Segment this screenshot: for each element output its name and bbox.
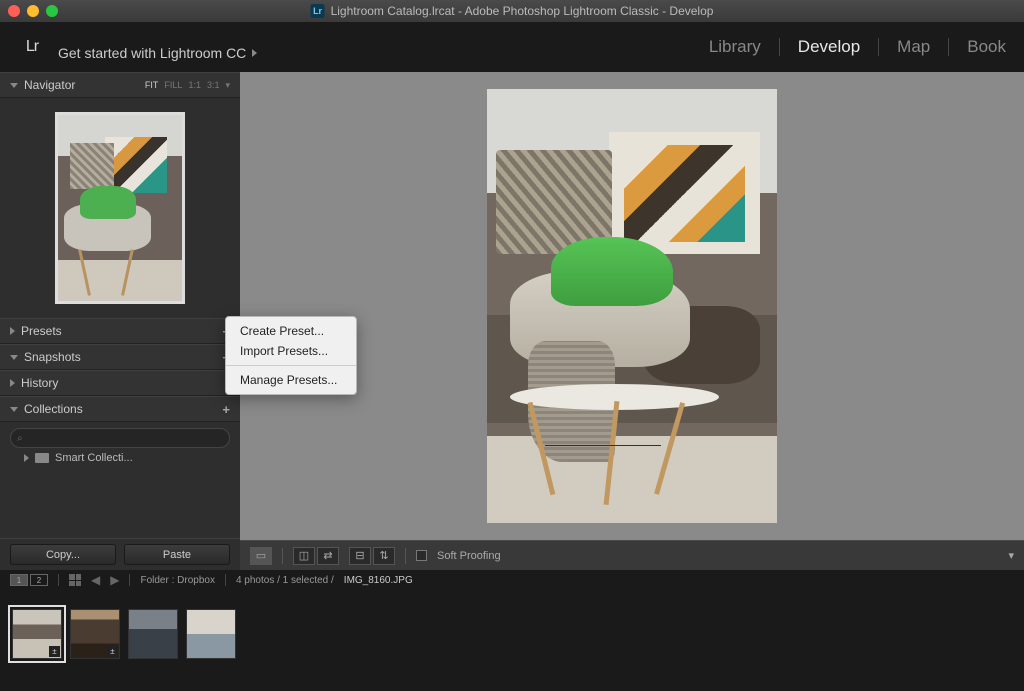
zoom-fit[interactable]: FIT [145,80,159,90]
soft-proofing-checkbox[interactable] [416,550,427,561]
presets-context-menu: Create Preset... Import Presets... Manag… [225,316,357,395]
screen-1-button[interactable]: 1 [10,574,28,586]
lightroom-logo: Lr [18,33,46,61]
close-window-button[interactable] [8,5,20,17]
collections-search-input[interactable]: ⌕ [10,428,230,448]
before-after-lr-button[interactable]: ◫ [293,547,315,565]
image-viewport[interactable] [240,72,1024,540]
menu-separator [226,365,356,366]
module-book[interactable]: Book [967,37,1006,57]
thumbnail-1[interactable]: ± [12,609,62,659]
before-after-copy-button[interactable]: ⇅ [373,547,395,565]
collapse-icon [10,327,15,335]
zoom-1-1[interactable]: 1:1 [188,80,201,90]
collapse-icon [10,407,18,412]
module-develop[interactable]: Develop [798,37,860,57]
grid-view-icon[interactable] [69,574,81,586]
search-icon: ⌕ [17,433,23,444]
develop-badge-icon: ± [107,646,118,657]
collapse-icon [10,83,18,88]
navigator-title: Navigator [24,78,75,92]
smart-collections-label: Smart Collecti... [55,452,133,464]
separator [878,38,879,56]
develop-toolbar: ▭ ◫ ⇄ ⊟ ⇅ Soft Proofing ▾ [240,540,1024,570]
paste-button[interactable]: Paste [124,544,230,565]
module-library[interactable]: Library [709,37,761,57]
snapshots-title: Snapshots [24,350,81,364]
collections-title: Collections [24,402,83,416]
window-controls [8,5,58,17]
collapse-icon [10,355,18,360]
minimize-window-button[interactable] [27,5,39,17]
history-title: History [21,376,58,390]
navigator-panel-header[interactable]: Navigator FIT FILL 1:1 3:1 ▾ [0,72,240,98]
header-title[interactable]: Get started with Lightroom CC [58,45,246,61]
filmstrip-header: 1 2 ◀ ▶ Folder : Dropbox 4 photos / 1 se… [0,570,1024,590]
presets-panel-header[interactable]: Presets + [0,318,240,344]
loupe-view-button[interactable]: ▭ [250,547,272,565]
presets-title: Presets [21,324,62,338]
snapshots-panel-header[interactable]: Snapshots + [0,344,240,370]
separator [779,38,780,56]
window-titlebar: Lr Lightroom Catalog.lrcat - Adobe Photo… [0,0,1024,22]
main-image [487,89,777,523]
collapse-icon [10,379,15,387]
app-header: Lr Adobe Lightroom Classic CC Get starte… [0,22,1024,72]
zoom-fill[interactable]: FILL [164,80,182,90]
thumbnail-4[interactable] [186,609,236,659]
develop-canvas: ▭ ◫ ⇄ ⊟ ⇅ Soft Proofing ▾ [240,72,1024,570]
import-presets-menuitem[interactable]: Import Presets... [226,341,356,361]
manage-presets-menuitem[interactable]: Manage Presets... [226,370,356,390]
selection-status: 4 photos / 1 selected / [236,575,334,586]
toolbar-expand-icon[interactable]: ▾ [1008,549,1014,562]
left-panel: Navigator FIT FILL 1:1 3:1 ▾ Presets [0,72,240,570]
before-after-tb-button[interactable]: ⊟ [349,547,371,565]
filmstrip[interactable]: ± ± [0,590,1024,678]
soft-proofing-label: Soft Proofing [437,550,501,562]
zoom-options: FIT FILL 1:1 3:1 ▾ [145,80,230,91]
window-title-text: Lightroom Catalog.lrcat - Adobe Photosho… [331,4,714,18]
expand-icon [24,454,29,462]
navigator-preview[interactable] [0,98,240,318]
zoom-more[interactable]: 3:1 [207,80,220,90]
navigator-thumbnail [55,112,185,304]
smart-collections-item[interactable]: Smart Collecti... [10,448,230,464]
create-preset-menuitem[interactable]: Create Preset... [226,321,356,341]
nav-forward-icon[interactable]: ▶ [110,573,119,587]
history-panel-header[interactable]: History [0,370,240,396]
thumbnail-2[interactable]: ± [70,609,120,659]
module-switcher: Library Develop Map Book [709,37,1006,57]
copy-button[interactable]: Copy... [10,544,116,565]
folder-breadcrumb[interactable]: Folder : Dropbox [140,575,214,586]
lightroom-icon: Lr [311,4,325,18]
collections-panel-header[interactable]: Collections + [0,396,240,422]
separator [948,38,949,56]
develop-badge-icon: ± [49,646,60,657]
add-collection-button[interactable]: + [222,402,230,417]
window-title: Lr Lightroom Catalog.lrcat - Adobe Photo… [311,4,714,18]
before-after-swap-button[interactable]: ⇄ [317,547,339,565]
nav-back-icon[interactable]: ◀ [91,573,100,587]
zoom-dropdown-icon[interactable]: ▾ [225,80,230,91]
thumbnail-3[interactable] [128,609,178,659]
screen-2-button[interactable]: 2 [30,574,48,586]
maximize-window-button[interactable] [46,5,58,17]
header-dropdown-icon[interactable] [252,49,257,57]
module-map[interactable]: Map [897,37,930,57]
current-filename: IMG_8160.JPG [344,575,413,586]
folder-icon [35,453,49,463]
